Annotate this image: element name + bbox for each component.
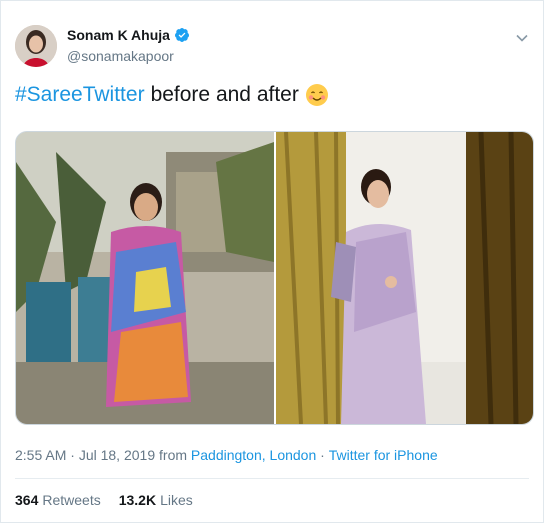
avatar[interactable] xyxy=(15,25,57,67)
client-link[interactable]: Twitter for iPhone xyxy=(329,447,438,463)
tweet-text: #SareeTwitter before and after xyxy=(15,83,329,107)
likes-stat[interactable]: 13.2K Likes xyxy=(119,492,193,508)
photo-before[interactable] xyxy=(16,132,276,424)
likes-count: 13.2K xyxy=(118,492,157,508)
tweet-card: Sonam K Ahuja @sonamakapoor #SareeTwitte… xyxy=(0,0,544,523)
verified-badge-icon xyxy=(174,28,189,42)
hashtag-link[interactable]: #SareeTwitter xyxy=(15,83,145,107)
author-name-row[interactable]: Sonam K Ahuja xyxy=(67,27,190,43)
tweet-date[interactable]: Jul 18, 2019 xyxy=(79,447,155,463)
author-name[interactable]: Sonam K Ahuja xyxy=(67,27,170,43)
tweet-body: before and after xyxy=(150,83,299,106)
divider xyxy=(15,478,529,479)
likes-label: Likes xyxy=(160,492,193,508)
smiling-face-with-hearts-icon xyxy=(305,84,328,106)
photo-after[interactable] xyxy=(276,132,533,424)
tweet-stats: 364 Retweets 13.2K Likes xyxy=(15,492,211,508)
tweet-meta: 2:55 AM · Jul 18, 2019 from Paddington, … xyxy=(15,447,438,463)
retweets-count: 364 xyxy=(15,492,39,508)
media-grid xyxy=(15,131,534,425)
tweet-time[interactable]: 2:55 AM xyxy=(15,447,66,463)
location-link[interactable]: Paddington, London xyxy=(191,447,316,463)
author-handle[interactable]: @sonamakapoor xyxy=(67,48,174,64)
chevron-down-icon[interactable] xyxy=(515,31,529,45)
retweets-label: Retweets xyxy=(42,492,101,508)
retweets-stat[interactable]: 364 Retweets xyxy=(15,492,101,508)
